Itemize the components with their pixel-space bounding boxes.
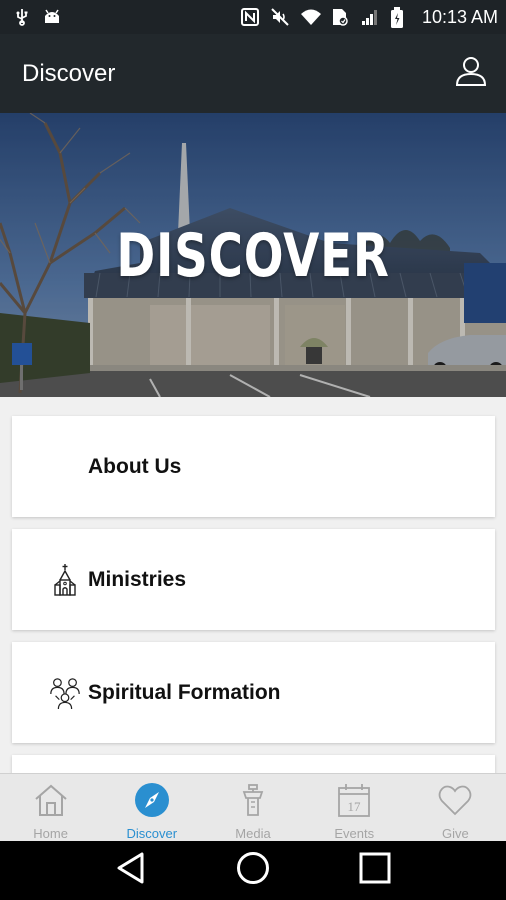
bottom-nav: Home Discover Media 17 Events Give bbox=[0, 773, 506, 841]
compass-icon bbox=[132, 780, 172, 820]
church-icon bbox=[48, 560, 82, 600]
podium-icon bbox=[233, 780, 273, 820]
nav-label: Give bbox=[442, 826, 469, 841]
card-ministries[interactable]: Ministries bbox=[12, 529, 495, 630]
nav-label: Home bbox=[33, 826, 68, 841]
nfc-icon bbox=[240, 7, 260, 27]
nav-label: Events bbox=[334, 826, 375, 841]
usb-icon bbox=[12, 7, 32, 27]
home-circle-icon bbox=[236, 851, 270, 890]
android-debug-icon bbox=[42, 7, 62, 27]
card-partial[interactable] bbox=[12, 755, 495, 773]
card-label: Ministries bbox=[88, 567, 187, 591]
status-bar: 10:13 AM bbox=[0, 0, 506, 34]
card-label: About Us bbox=[88, 454, 182, 478]
back-button[interactable] bbox=[111, 851, 151, 891]
page-title: Discover bbox=[22, 59, 116, 87]
discover-list: About Us Ministries Spiritual Formation bbox=[0, 397, 506, 773]
person-outline-icon bbox=[455, 55, 487, 92]
heart-icon bbox=[435, 780, 475, 820]
calendar-day: 17 bbox=[348, 799, 362, 814]
mute-icon bbox=[270, 7, 290, 27]
calendar-icon: 17 bbox=[334, 780, 374, 820]
app-bar: Discover bbox=[0, 34, 506, 113]
data-saver-icon bbox=[330, 7, 350, 27]
nav-events[interactable]: 17 Events bbox=[304, 774, 405, 841]
home-icon bbox=[31, 780, 71, 820]
recents-button[interactable] bbox=[355, 851, 395, 891]
nav-discover[interactable]: Discover bbox=[101, 774, 202, 841]
card-about-us[interactable]: About Us bbox=[12, 416, 495, 517]
people-group-icon bbox=[48, 673, 82, 713]
nav-label: Media bbox=[235, 826, 271, 841]
status-right: 10:13 AM bbox=[240, 7, 498, 28]
card-label: Spiritual Formation bbox=[88, 680, 281, 704]
status-time: 10:13 AM bbox=[421, 6, 498, 27]
nav-label: Discover bbox=[126, 826, 178, 841]
nav-media[interactable]: Media bbox=[202, 774, 303, 841]
hero-banner: DISCOVER bbox=[0, 113, 506, 397]
nav-give[interactable]: Give bbox=[405, 774, 506, 841]
back-triangle-icon bbox=[116, 852, 146, 889]
signal-icon bbox=[360, 7, 380, 27]
home-system-button[interactable] bbox=[233, 851, 273, 891]
hero-title: DISCOVER bbox=[116, 221, 390, 291]
nav-home[interactable]: Home bbox=[0, 774, 101, 841]
status-left bbox=[12, 7, 62, 27]
card-spiritual-formation[interactable]: Spiritual Formation bbox=[12, 642, 495, 743]
system-nav-bar bbox=[0, 841, 506, 900]
profile-button[interactable] bbox=[454, 57, 488, 91]
recents-square-icon bbox=[359, 852, 391, 889]
wifi-icon bbox=[300, 7, 321, 27]
battery-icon bbox=[390, 7, 410, 28]
